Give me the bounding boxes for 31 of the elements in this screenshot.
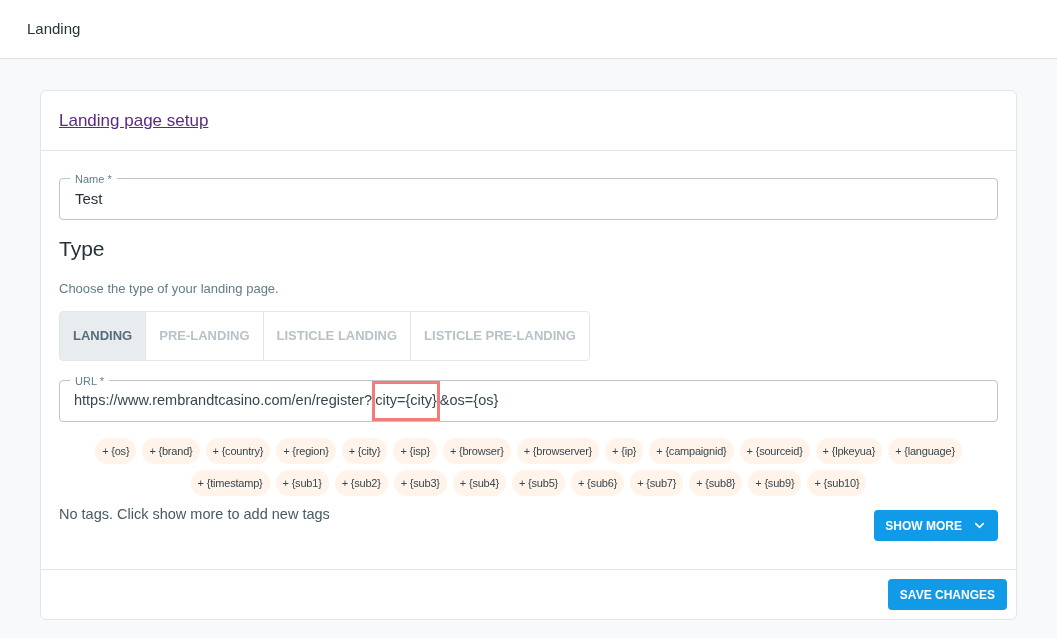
tag-chip[interactable]: + {sub3} — [393, 470, 447, 496]
tag-chip[interactable]: + {isp} — [393, 438, 437, 464]
page-title: Landing — [27, 18, 81, 39]
tag-chip[interactable]: + {ip} — [605, 438, 644, 464]
tag-chip[interactable]: + {city} — [341, 438, 388, 464]
empty-tags-text: No tags. Click show more to add new tags — [59, 505, 330, 524]
tag-chip[interactable]: + {sub9} — [748, 470, 802, 496]
tag-chip[interactable]: + {sub5} — [511, 470, 566, 496]
tag-chip[interactable]: + {language} — [888, 438, 962, 464]
tag-chip[interactable]: + {sub7} — [630, 470, 684, 496]
tag-chip[interactable]: + {timestamp} — [190, 470, 270, 496]
tag-chip[interactable]: + {os} — [95, 438, 137, 464]
tag-chip[interactable]: + {sub2} — [334, 470, 388, 496]
tag-chip[interactable]: + {lpkeyua} — [815, 438, 883, 464]
tag-chip[interactable]: + {sub10} — [807, 470, 867, 496]
hint-text: Choose the type of your landing page. — [59, 279, 280, 298]
tag-chip[interactable]: + {sub6} — [571, 470, 625, 496]
tag-chip[interactable]: + {browser} — [442, 438, 511, 464]
highlight-box: city={city} — [372, 381, 440, 421]
type-tab[interactable]: LANDING — [59, 311, 147, 361]
tag-chip[interactable]: + {sub8} — [689, 470, 743, 496]
tag-chip[interactable]: + {country} — [205, 438, 271, 464]
tag-chip[interactable]: + {browserver} — [516, 438, 600, 464]
tag-chip[interactable]: + {brand} — [142, 438, 200, 464]
card-title-link[interactable]: Landing page setup — [59, 107, 209, 134]
tag-chip[interactable]: + {campaignid} — [649, 438, 734, 464]
tag-chip[interactable]: + {region} — [276, 438, 336, 464]
section-heading: Type — [59, 236, 106, 262]
tag-chip[interactable]: + {sourceid} — [739, 438, 810, 464]
tag-chip[interactable]: + {sub4} — [452, 470, 506, 496]
tag-chip[interactable]: + {sub1} — [275, 470, 329, 496]
